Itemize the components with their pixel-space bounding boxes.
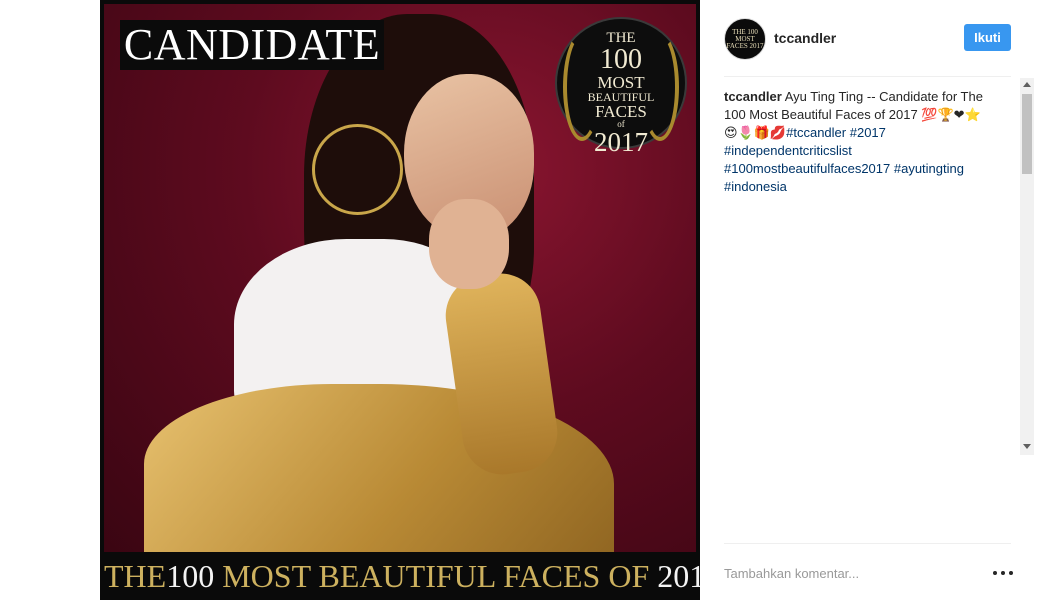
award-badge: THE 100 MOST BEAUTIFUL FACES of 2017 bbox=[555, 17, 687, 156]
badge-line: MOST bbox=[597, 73, 645, 92]
comment-input[interactable] bbox=[724, 560, 954, 586]
badge-text: THE 100 MOST BEAUTIFUL FACES of 2017 bbox=[585, 31, 657, 156]
scroll-down-icon[interactable] bbox=[1023, 444, 1031, 449]
scroll-up-icon[interactable] bbox=[1023, 82, 1031, 87]
badge-line: 100 bbox=[600, 44, 642, 75]
hashtag-link[interactable]: #indonesia bbox=[724, 179, 787, 194]
hashtag-link[interactable]: #2017 bbox=[850, 125, 886, 140]
candidate-label: CANDIDATE bbox=[120, 20, 384, 70]
hashtag-link[interactable]: #independentcriticslist bbox=[724, 143, 852, 158]
banner-year: 2017 bbox=[657, 558, 700, 594]
bottom-banner: THE100 MOST BEAUTIFUL FACES OF 2017 bbox=[104, 552, 700, 598]
username-link[interactable]: tccandler bbox=[774, 30, 836, 46]
post-header: THE 100 MOST FACES 2017 tccandler Ikuti bbox=[724, 18, 1011, 60]
hashtag-link[interactable]: #ayutingting bbox=[894, 161, 964, 176]
divider bbox=[724, 543, 1011, 544]
hashtag-link[interactable]: #tccandler bbox=[786, 125, 846, 140]
divider bbox=[724, 76, 1011, 77]
banner-number: 100 bbox=[166, 558, 215, 594]
more-options-icon[interactable] bbox=[993, 564, 1013, 582]
avatar[interactable]: THE 100 MOST FACES 2017 bbox=[724, 18, 766, 60]
photo-artwork: CANDIDATE THE 100 MOST BEAUTIFUL FACES o… bbox=[104, 4, 696, 552]
badge-line: 2017 bbox=[594, 127, 648, 157]
follow-button[interactable]: Ikuti bbox=[964, 24, 1011, 51]
caption-username[interactable]: tccandler bbox=[724, 89, 782, 104]
post-image[interactable]: CANDIDATE THE 100 MOST BEAUTIFUL FACES o… bbox=[100, 0, 700, 600]
post-sidebar: THE 100 MOST FACES 2017 tccandler Ikuti … bbox=[700, 0, 1037, 602]
figure-hand bbox=[429, 199, 509, 289]
comments-scrollbar[interactable] bbox=[1020, 78, 1034, 455]
badge-line: FACES bbox=[595, 102, 647, 121]
caption: tccandler Ayu Ting Ting -- Candidate for… bbox=[724, 88, 994, 196]
comments-area: tccandler Ayu Ting Ting -- Candidate for… bbox=[724, 88, 1014, 455]
hashtag-link[interactable]: #100mostbeautifulfaces2017 bbox=[724, 161, 890, 176]
banner-the: THE bbox=[104, 558, 167, 594]
figure-earring bbox=[312, 124, 403, 215]
scroll-thumb[interactable] bbox=[1022, 94, 1032, 174]
banner-middle: MOST BEAUTIFUL FACES OF bbox=[222, 558, 650, 594]
